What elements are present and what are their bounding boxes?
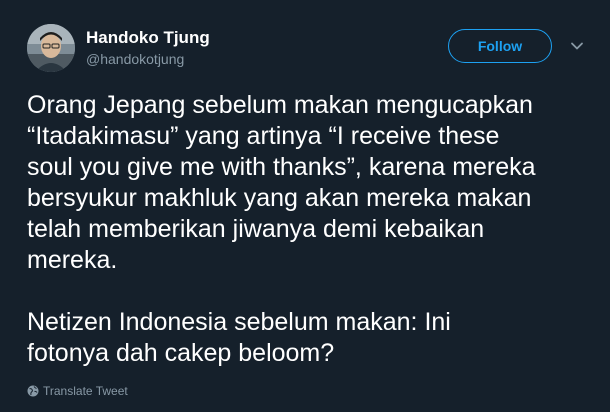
author-username[interactable]: @handokotjung bbox=[86, 50, 210, 68]
avatar[interactable] bbox=[27, 24, 75, 72]
tweet-text: Orang Jepang sebelum makan mengucapkan “… bbox=[27, 91, 536, 367]
tweet-card: Handoko Tjung @handokotjung Follow Orang… bbox=[0, 0, 610, 412]
translate-tweet-link[interactable]: Translate Tweet bbox=[27, 383, 128, 399]
chevron-down-icon[interactable] bbox=[569, 38, 585, 54]
follow-button[interactable]: Follow bbox=[448, 29, 552, 63]
author-display-name[interactable]: Handoko Tjung bbox=[86, 28, 210, 48]
profile-photo-icon bbox=[27, 24, 75, 72]
globe-icon bbox=[27, 385, 39, 397]
author-info: Handoko Tjung @handokotjung bbox=[86, 28, 210, 68]
translate-tweet-label: Translate Tweet bbox=[43, 384, 128, 398]
